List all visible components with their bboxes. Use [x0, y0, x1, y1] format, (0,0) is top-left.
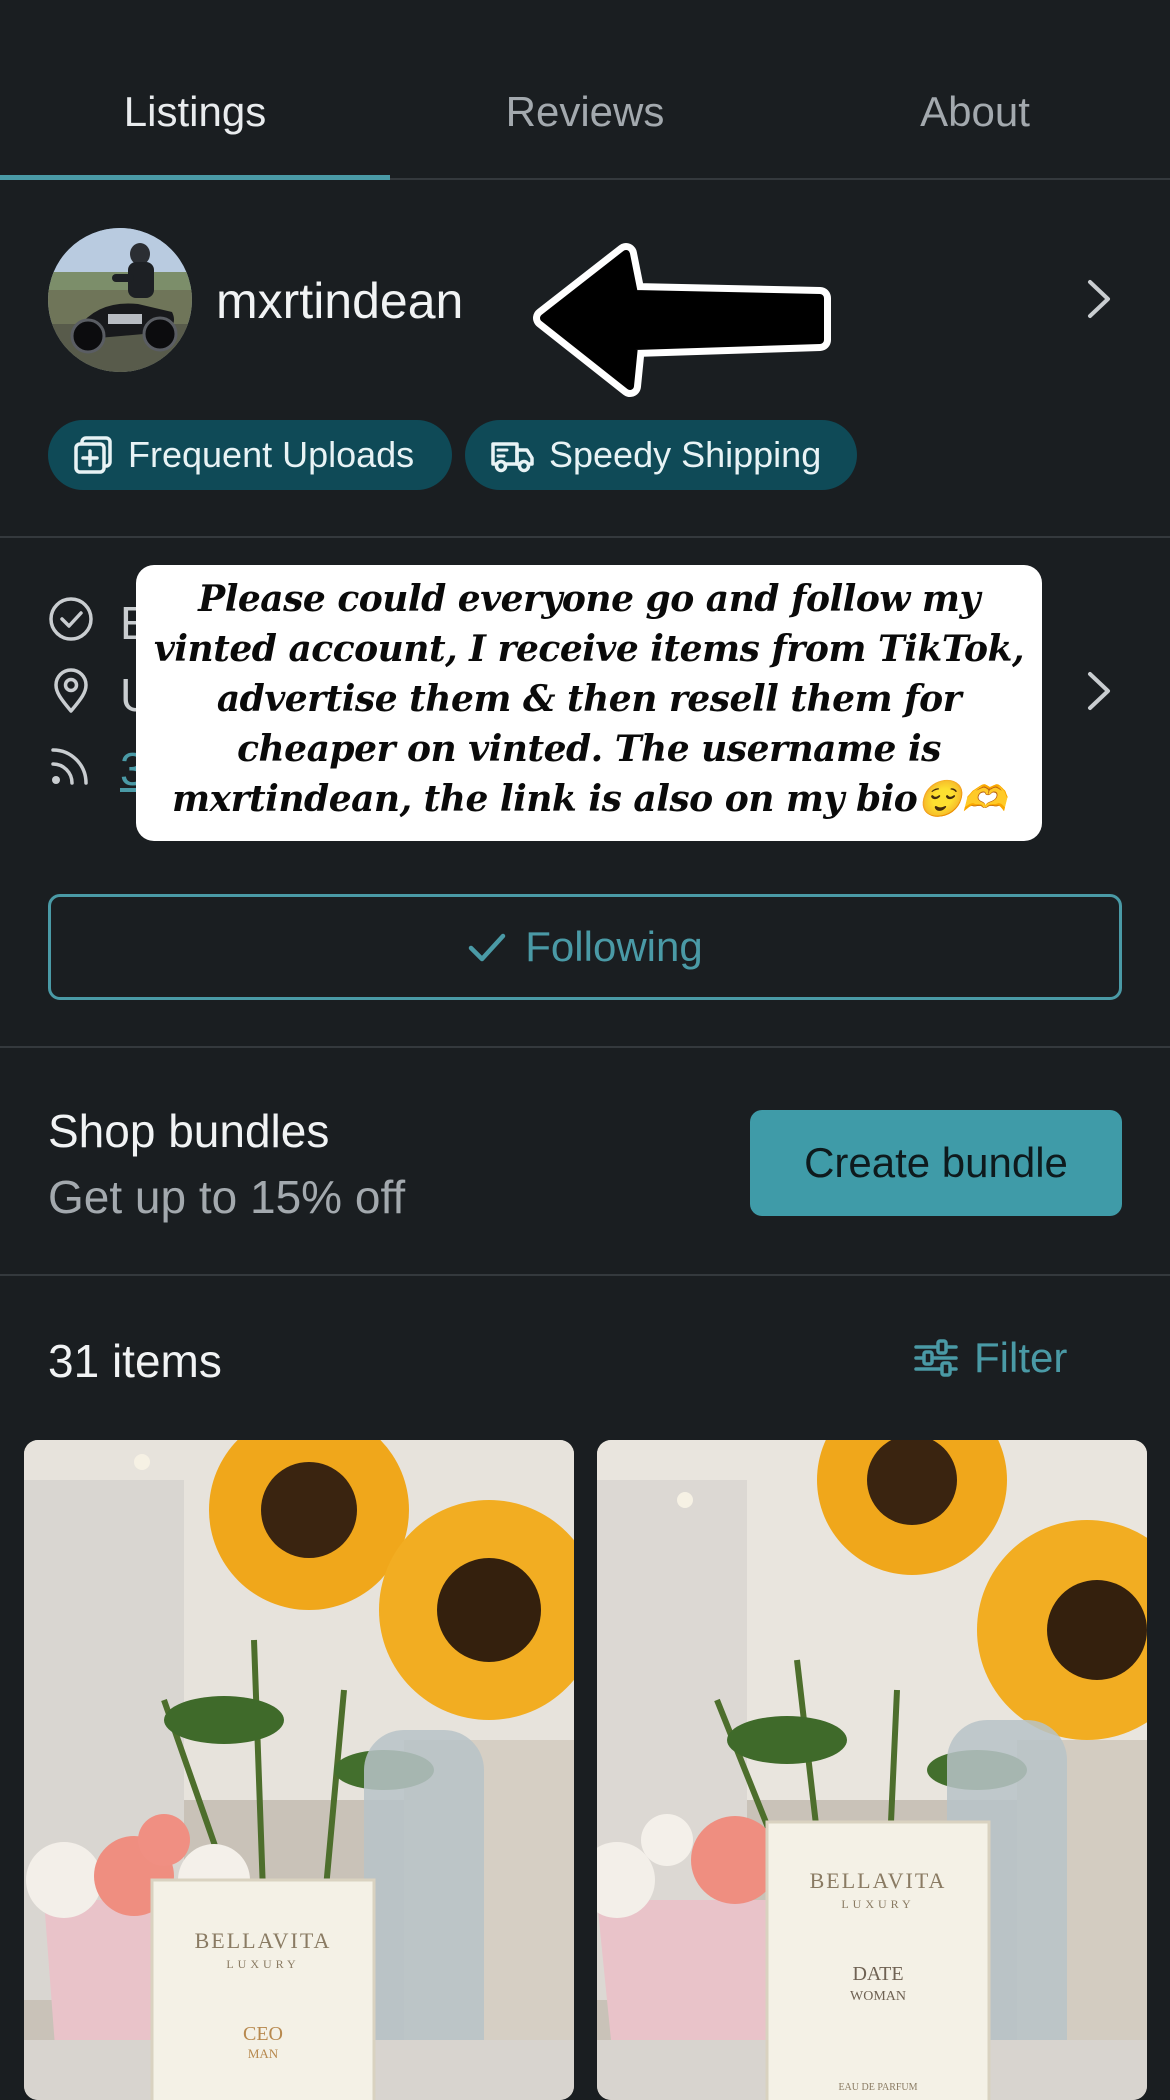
- product-note: EAU DE PARFUM: [838, 2082, 917, 2093]
- chevron-right-icon[interactable]: [1080, 276, 1116, 322]
- left-arrow-sticker-icon: [533, 243, 831, 397]
- check-circle-icon: [49, 597, 93, 641]
- product-name: DATE: [852, 1963, 903, 1985]
- active-tab-indicator: [0, 175, 390, 180]
- divider: [0, 1274, 1170, 1276]
- bundles-title: Shop bundles: [48, 1105, 330, 1157]
- badge-speedy-shipping[interactable]: Speedy Shipping: [465, 420, 857, 490]
- tab-about[interactable]: About: [780, 88, 1170, 136]
- divider: [0, 1046, 1170, 1048]
- product-variant: WOMAN: [850, 1989, 906, 2004]
- rss-feed-icon: [51, 748, 88, 785]
- following-button[interactable]: Following: [48, 894, 1122, 1000]
- divider: [0, 536, 1170, 538]
- chevron-right-icon[interactable]: [1080, 668, 1116, 714]
- product-line: LUXURY: [841, 1897, 914, 1911]
- product-brand: BELLAVITA: [195, 1928, 332, 1953]
- profile-tabs: Listings Reviews About: [0, 60, 1170, 180]
- filter-label: Filter: [974, 1334, 1068, 1381]
- badge-label: Speedy Shipping: [549, 434, 822, 475]
- tab-reviews[interactable]: Reviews: [390, 88, 780, 136]
- product-name: CEO: [243, 2023, 283, 2045]
- checkmark-icon: [469, 933, 506, 962]
- location-pin-icon: [54, 668, 88, 713]
- back-chevron-icon[interactable]: [62, 0, 84, 8]
- upload-plus-icon: [74, 436, 112, 474]
- filter-button[interactable]: Filter: [912, 1334, 1067, 1382]
- badge-frequent-uploads[interactable]: Frequent Uploads: [48, 420, 452, 490]
- items-count: 31 items: [48, 1335, 222, 1387]
- avatar[interactable]: [48, 228, 192, 372]
- sliders-icon: [914, 1339, 958, 1377]
- username[interactable]: mxrtindean: [216, 272, 463, 330]
- bundles-subtitle: Get up to 15% off: [48, 1171, 406, 1223]
- product-card-photo[interactable]: BELLAVITA LUXURY DATE WOMAN EAU DE PARFU…: [597, 1440, 1147, 2100]
- badge-label: Frequent Uploads: [128, 434, 415, 475]
- tab-listings[interactable]: Listings: [0, 88, 390, 136]
- following-label: Following: [525, 923, 703, 970]
- overlay-caption: Please could everyone go and follow my v…: [153, 578, 1025, 820]
- create-bundle-button[interactable]: Create bundle: [750, 1110, 1122, 1216]
- truck-icon: [491, 442, 534, 473]
- product-card-photo[interactable]: BELLAVITA LUXURY CEO MAN: [24, 1440, 574, 2100]
- product-brand: BELLAVITA: [810, 1868, 947, 1893]
- product-variant: MAN: [248, 2046, 279, 2061]
- product-line: LUXURY: [226, 1957, 299, 1971]
